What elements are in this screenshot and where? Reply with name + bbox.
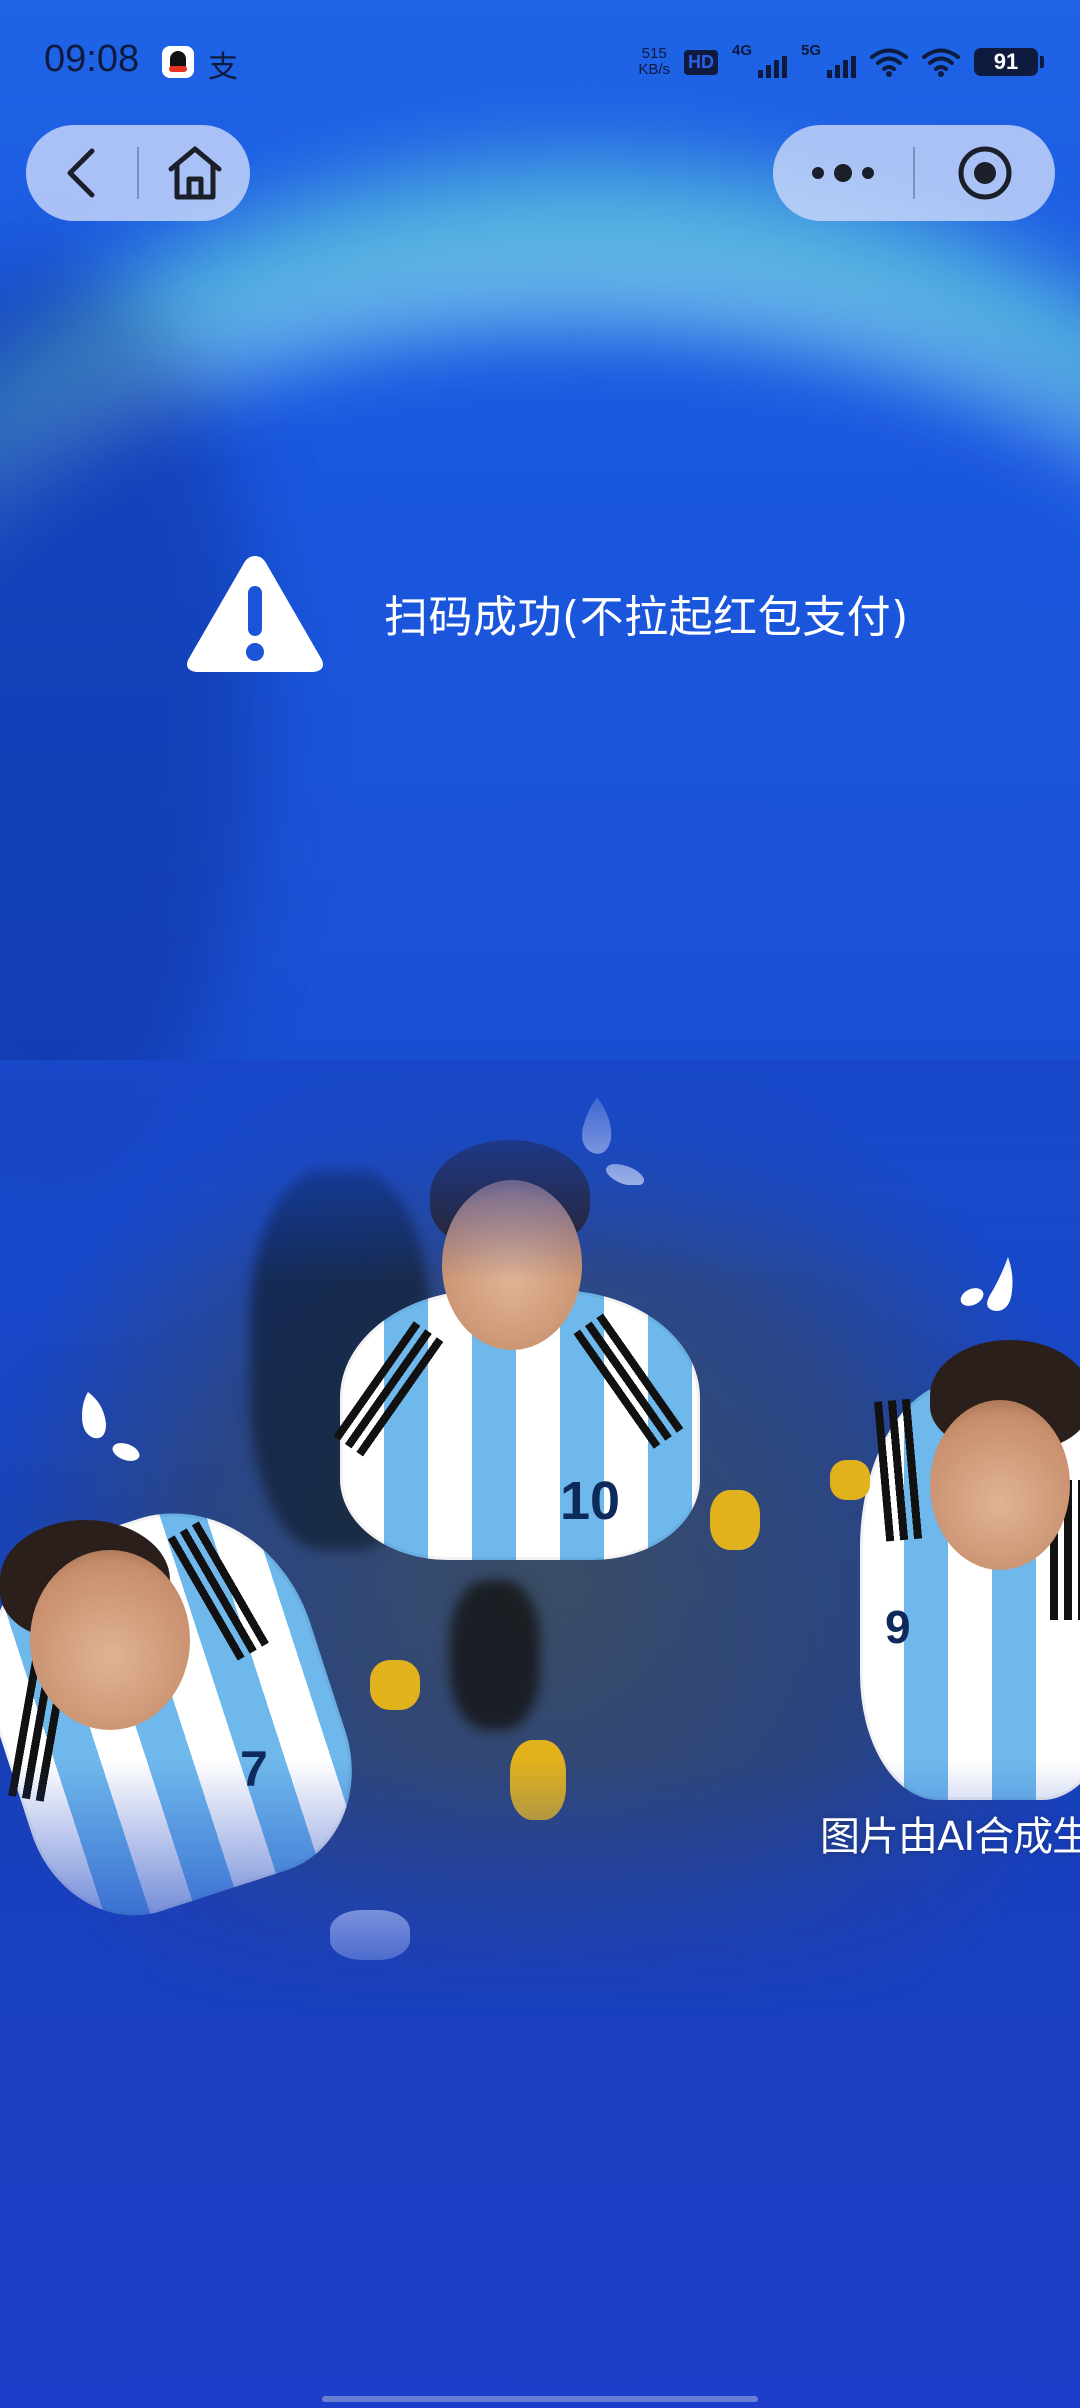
more-icon	[812, 164, 874, 182]
menu-capsule	[773, 125, 1055, 221]
hd-badge: HD	[684, 49, 718, 75]
home-icon	[168, 146, 221, 200]
back-icon	[67, 148, 94, 198]
warning-icon	[187, 556, 323, 672]
jersey-number: 10	[560, 1471, 621, 1531]
home-button[interactable]	[139, 125, 250, 221]
more-button[interactable]	[773, 125, 913, 221]
battery-icon: 91	[974, 48, 1044, 76]
nav-capsule	[26, 125, 250, 221]
battery-level: 91	[993, 49, 1019, 74]
promo-image: 10 7 9	[0, 1060, 1080, 2020]
signal-5g-icon: 5G	[801, 42, 856, 78]
back-button[interactable]	[26, 125, 137, 221]
image-fade-top	[0, 1060, 1080, 1280]
screen: 09:08 支 515 KB/s HD 4G 5G 91 扫码成功(不拉起红包支…	[0, 0, 1080, 2408]
target-icon	[958, 146, 1012, 200]
jersey-number: 9	[885, 1601, 911, 1653]
scan-result-text: 扫码成功(不拉起红包支付)	[384, 592, 909, 643]
scan-result-message: 扫码成功(不拉起红包支付)	[182, 548, 909, 678]
signal-4g-label: 4G	[732, 42, 753, 59]
wifi-icon	[922, 48, 960, 77]
home-indicator[interactable]	[322, 2396, 758, 2402]
ai-generated-caption: 图片由AI合成生成	[820, 1814, 1080, 1860]
qq-icon	[162, 46, 194, 78]
network-speed: 515 KB/s	[638, 46, 670, 78]
status-time: 09:08	[44, 38, 140, 80]
image-fade-bottom	[0, 1760, 1080, 2020]
signal-5g-label: 5G	[801, 42, 822, 59]
network-speed-unit: KB/s	[638, 61, 670, 78]
sweat-drops-icon	[82, 1392, 140, 1461]
signal-4g-icon: 4G	[732, 42, 787, 78]
wifi-plus-icon	[870, 48, 908, 77]
status-bar: 09:08 支 515 KB/s HD 4G 5G 91	[0, 0, 1080, 120]
close-button[interactable]	[915, 125, 1055, 221]
network-speed-value: 515	[641, 45, 667, 62]
status-indicators: 515 KB/s HD 4G 5G 91	[638, 40, 1044, 84]
alipay-icon: 支	[208, 50, 238, 85]
